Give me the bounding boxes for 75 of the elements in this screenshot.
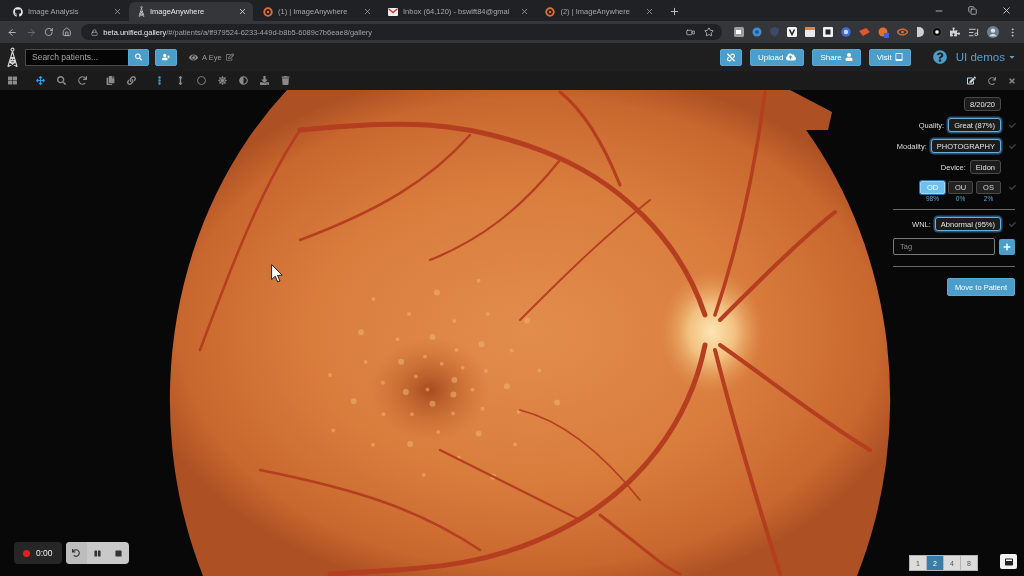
new-tab-icon[interactable] [669,6,681,17]
plus-icon [1003,242,1011,251]
check-icon[interactable] [1008,142,1016,150]
vertical-dots-icon[interactable] [155,76,164,85]
eye-icon[interactable] [897,28,908,36]
timer-text: 0:00 [36,548,53,558]
back-arrow-icon[interactable] [7,26,18,38]
close-icon[interactable] [363,7,372,16]
check-icon[interactable] [1008,220,1016,228]
refresh-icon[interactable] [988,76,996,85]
zoom-icon[interactable] [57,76,66,85]
contrast-icon[interactable] [239,76,248,85]
tablet-icon [894,53,903,61]
cursor-icon [271,264,283,283]
close-icon[interactable] [1001,5,1012,16]
close-icon[interactable] [520,7,530,16]
vertical-arrows-icon[interactable] [176,76,185,85]
restart-icon [72,549,81,557]
grid-icon[interactable] [8,76,17,85]
tile-icon[interactable] [734,27,744,37]
copy-icon[interactable] [106,76,115,85]
close-icon[interactable] [1008,76,1016,85]
edit-icon[interactable] [967,76,976,85]
circle-icon[interactable] [841,27,851,37]
check-icon[interactable] [1008,184,1016,191]
ring-icon [263,6,273,17]
user-icon [844,53,853,61]
cat-logo-icon [13,6,23,17]
home-icon[interactable] [61,27,72,37]
search-field[interactable]: Search patients... [25,48,128,66]
search-icon [135,53,142,61]
pause-icon [93,549,101,557]
trash-icon[interactable] [281,76,290,85]
lock-icon [91,28,99,36]
maximize-button[interactable] [1000,554,1017,569]
move-icon[interactable] [36,76,45,85]
reload-icon[interactable] [44,27,54,37]
ring-icon [545,6,556,17]
avatar-icon[interactable] [987,26,999,38]
chevron-tile-icon[interactable] [787,27,797,37]
brightness-icon[interactable] [218,76,227,85]
close-icon[interactable] [113,7,122,16]
badge-circle-icon[interactable] [878,26,889,38]
gear-icon[interactable] [752,27,762,37]
link-icon[interactable] [127,76,136,85]
star-icon[interactable] [704,27,714,37]
rotate-icon[interactable] [78,76,87,85]
unlink-icon [727,52,736,62]
search-button[interactable] [128,48,149,66]
restore-icon[interactable] [968,6,977,15]
dot-icon[interactable] [932,27,942,37]
caret-icon [1008,53,1016,61]
camera-icon[interactable] [686,27,695,37]
stop-icon [114,549,122,557]
add-tag-button[interactable] [999,238,1015,255]
record-dot-icon [23,549,30,557]
unlink-button[interactable] [720,48,743,66]
cloud-upload-icon [786,52,797,62]
check-icon[interactable] [1008,121,1016,129]
maximize-icon [1004,557,1013,566]
download-icon[interactable] [260,76,269,85]
restart-button[interactable] [65,542,87,564]
envelope-icon [388,7,398,16]
user-menu[interactable]: UI demos [955,51,1016,63]
tower-logo-icon [6,46,19,68]
square-icon[interactable] [823,27,833,37]
add-patient-button[interactable] [155,48,177,66]
add-user-icon [162,52,170,62]
close-icon[interactable] [645,7,655,16]
puzzle-icon[interactable] [950,27,960,37]
tag-icon[interactable] [859,28,870,36]
help-icon[interactable] [932,50,947,64]
playlist-icon[interactable] [968,26,979,38]
tower-icon [138,6,145,17]
eye-icon [189,52,198,62]
